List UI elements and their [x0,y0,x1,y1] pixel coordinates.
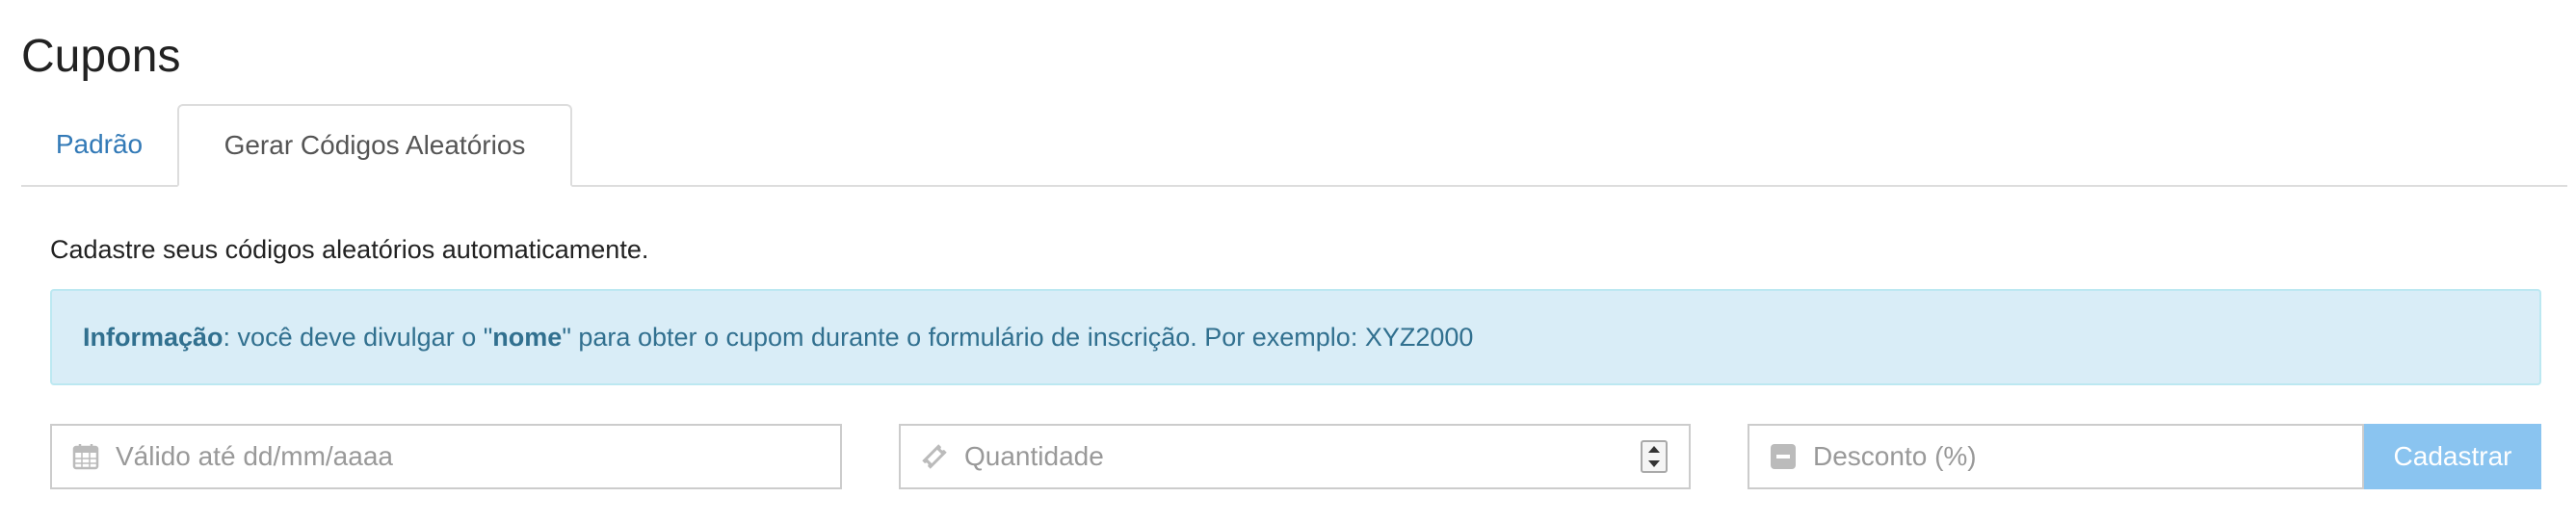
tab-bar: Padrão Gerar Códigos Aleatórios [21,104,2567,187]
alert-keyword: nome [492,322,563,352]
discount-field[interactable] [1748,424,2364,489]
alert-text-before: : você deve divulgar o " [223,322,493,352]
page-title: Cupons [21,31,181,82]
alert-label: Informação [83,322,223,352]
tab-gerar-codigos-aleatorios[interactable]: Gerar Códigos Aleatórios [177,104,572,187]
stepper-up-icon[interactable] [1648,446,1660,453]
valid-until-input[interactable] [116,426,840,487]
info-alert: Informação: você deve divulgar o "nome" … [50,289,2541,385]
discount-input[interactable] [1813,426,2362,487]
tab-padrao[interactable]: Padrão [21,104,177,185]
calendar-icon [69,440,102,473]
coupons-page: Cupons Padrão Gerar Códigos Aleatórios C… [0,0,2576,524]
quantity-input[interactable] [964,426,1641,487]
minus-square-icon [1767,440,1800,473]
stepper-down-icon[interactable] [1648,460,1660,467]
ticket-icon [918,440,951,473]
quantity-field[interactable] [899,424,1691,489]
valid-until-field[interactable] [50,424,842,489]
cadastrar-button[interactable]: Cadastrar [2364,424,2541,489]
alert-text-after: " para obter o cupom durante o formulári… [562,322,1474,352]
quantity-stepper[interactable] [1641,440,1668,473]
intro-text: Cadastre seus códigos aleatórios automat… [50,235,649,264]
